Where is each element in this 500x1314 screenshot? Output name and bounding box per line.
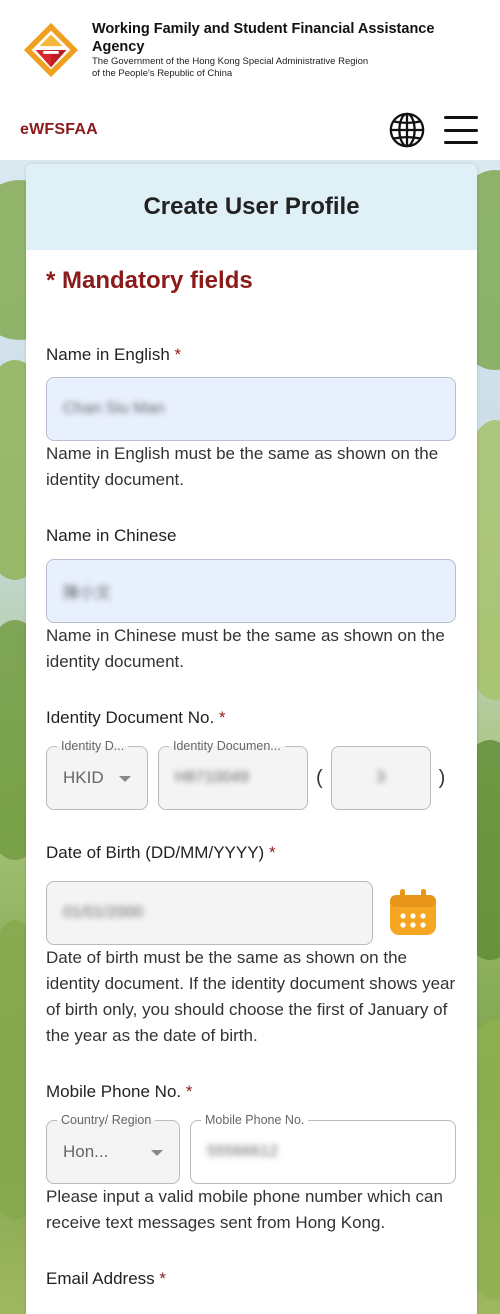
region-value: Hon...	[63, 1142, 109, 1161]
dob-label: Date of Birth (DD/MM/YYYY) *	[46, 843, 276, 862]
id-type-value: HKID	[63, 768, 104, 787]
name-en-input[interactable]: Chan Siu Man	[46, 377, 456, 441]
email-label: Email Address *	[46, 1269, 167, 1288]
logo-icon[interactable]	[22, 21, 80, 79]
mobile-label: Mobile Phone No. *	[46, 1082, 193, 1101]
create-profile-card: Create User Profile * Mandatory fields N…	[26, 164, 477, 1314]
name-en-label: Name in English *	[46, 345, 182, 364]
government-header: Working Family and Student Financial Ass…	[0, 0, 500, 100]
id-doc-label: Identity Document No. *	[46, 708, 226, 727]
id-number-legend: Identity Documen...	[169, 738, 285, 754]
region-legend: Country/ Region	[57, 1112, 156, 1128]
id-number-value: H8710049	[175, 769, 249, 786]
name-zh-input[interactable]: 陳小文	[46, 559, 456, 623]
dob-help: Date of birth must be the same as shown …	[46, 948, 456, 1045]
chevron-down-icon	[151, 1150, 163, 1156]
open-paren: (	[316, 766, 323, 789]
id-type-legend: Identity D...	[57, 738, 129, 754]
card-header: Create User Profile	[26, 164, 477, 250]
region-select[interactable]: Country/ Region Hon...	[46, 1112, 180, 1184]
nav-bar: eWFSFAA	[0, 100, 500, 160]
id-number-input[interactable]: Identity Documen... H8710049	[158, 738, 308, 810]
id-type-select[interactable]: Identity D... HKID	[46, 738, 148, 810]
mandatory-note: * Mandatory fields	[46, 267, 253, 294]
brand-link[interactable]: eWFSFAA	[20, 121, 98, 139]
name-en-help: Name in English must be the same as show…	[46, 444, 439, 489]
check-digit-value: 3	[376, 769, 386, 786]
mobile-help: Please input a valid mobile phone number…	[46, 1187, 443, 1232]
phone-legend: Mobile Phone No.	[201, 1112, 309, 1128]
chevron-down-icon	[119, 776, 131, 782]
name-zh-value: 陳小文	[63, 585, 112, 602]
name-zh-help: Name in Chinese must be the same as show…	[46, 626, 445, 671]
close-paren: )	[438, 766, 446, 789]
gov-line-2: of the People's Republic of China	[92, 68, 233, 79]
phone-value: 55566612	[207, 1143, 279, 1160]
gov-line-1: The Government of the Hong Kong Special …	[92, 56, 369, 67]
globe-icon[interactable]	[388, 111, 426, 149]
agency-name: Working Family and Student Financial Ass…	[92, 21, 435, 55]
check-digit-input[interactable]: 3	[330, 746, 431, 810]
name-zh-label: Name in Chinese	[46, 526, 177, 545]
mobile-phone-input[interactable]: Mobile Phone No. 55566612	[190, 1112, 456, 1184]
calendar-icon[interactable]	[387, 887, 439, 939]
name-en-value: Chan Siu Man	[63, 400, 165, 417]
page-title: Create User Profile	[143, 192, 360, 220]
menu-icon[interactable]	[444, 116, 478, 144]
dob-input[interactable]: 01/01/2000	[46, 881, 373, 945]
dob-value: 01/01/2000	[63, 904, 144, 921]
